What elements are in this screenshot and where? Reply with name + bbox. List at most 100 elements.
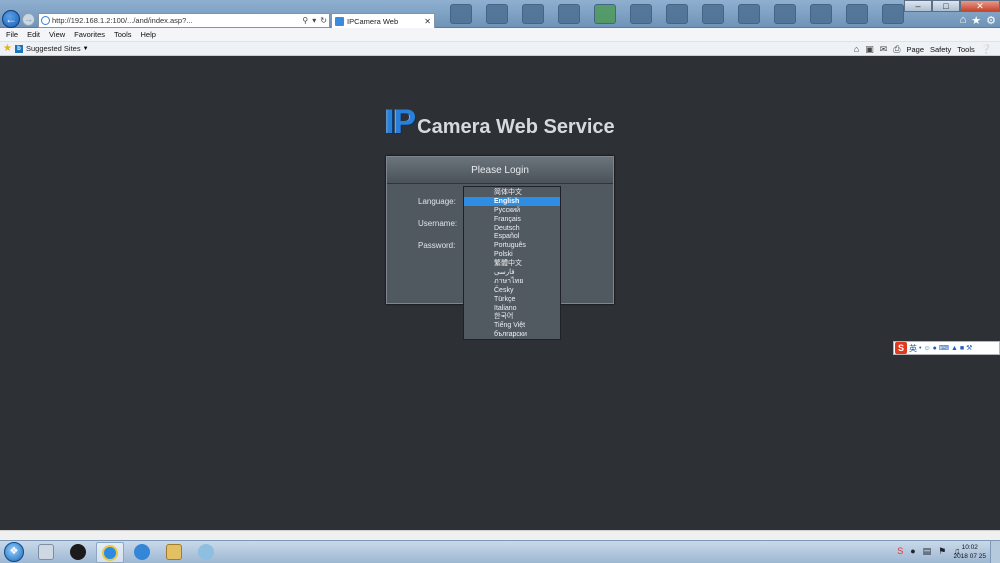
wrench-icon[interactable]: ⚒: [966, 344, 972, 352]
start-button[interactable]: ❖: [4, 542, 24, 562]
desktop-app-icon: [522, 4, 544, 24]
address-bar[interactable]: http://192.168.1.2:100/.../and/index.asp…: [38, 13, 330, 28]
language-option[interactable]: български: [464, 330, 560, 339]
system-tray: S ● ▤ ⚑ ♫: [897, 546, 960, 557]
safety-menu[interactable]: Safety: [930, 45, 951, 54]
desktop-app-icon: [810, 4, 832, 24]
language-option[interactable]: Türkçe: [464, 295, 560, 304]
username-label: Username:: [418, 219, 458, 228]
windows-logo-icon: ❖: [9, 546, 19, 557]
arrow-right-icon: →: [24, 14, 33, 24]
address-text[interactable]: http://192.168.1.2:100/.../and/index.asp…: [52, 16, 300, 25]
browser-tab[interactable]: IPCamera Web ✕: [331, 13, 435, 28]
language-option[interactable]: Polski: [464, 250, 560, 259]
ime-logo-icon[interactable]: S: [895, 342, 907, 354]
desktop-app-icon: [774, 4, 796, 24]
flag-icon[interactable]: ⚑: [938, 546, 946, 557]
language-label: Language:: [418, 197, 456, 206]
qq-tray-icon[interactable]: ●: [910, 546, 915, 557]
tab-close-icon[interactable]: ✕: [424, 17, 431, 26]
ime-tray-icon[interactable]: S: [897, 546, 903, 557]
tools-menu[interactable]: Tools: [957, 45, 975, 54]
language-option[interactable]: 繁體中文: [464, 259, 560, 268]
network-icon[interactable]: ▤: [923, 546, 932, 557]
desktop-app-icon: [630, 4, 652, 24]
menu-edit[interactable]: Edit: [27, 30, 40, 39]
taskbar-app-ie[interactable]: [96, 542, 124, 563]
toolbox-icon[interactable]: ■: [960, 345, 964, 352]
menu-favorites[interactable]: Favorites: [74, 30, 105, 39]
home-icon[interactable]: ⌂: [960, 14, 967, 27]
microphone-icon[interactable]: ●: [933, 345, 937, 352]
logo-ip: IP: [385, 103, 416, 141]
desktop-app-icon: [666, 4, 688, 24]
chevron-down-icon[interactable]: ▼: [83, 46, 89, 52]
language-option[interactable]: Русский: [464, 206, 560, 215]
menu-help[interactable]: Help: [141, 30, 156, 39]
mail-icon[interactable]: ✉: [880, 44, 888, 55]
taskbar-app-qq[interactable]: [64, 542, 92, 563]
ime-language-toggle[interactable]: 英: [909, 343, 917, 354]
menu-tools[interactable]: Tools: [114, 30, 132, 39]
taskbar: ❖ S ● ▤ ⚑ ♫ 10:02 2018 07 25: [0, 540, 1000, 563]
desktop-app-icon: [882, 4, 904, 24]
minimize-button[interactable]: –: [904, 0, 932, 12]
refresh-icon[interactable]: ↻: [320, 16, 327, 25]
language-option[interactable]: Česky: [464, 286, 560, 295]
print-icon[interactable]: ⎙: [893, 44, 900, 55]
taskbar-app-docs[interactable]: [32, 542, 60, 563]
back-button[interactable]: ←: [2, 10, 20, 28]
bing-icon: b: [14, 44, 23, 53]
tools-icon: [198, 544, 214, 560]
penguin-icon: [70, 544, 86, 560]
menu-bar: File Edit View Favorites Tools Help: [0, 28, 1000, 42]
forward-button[interactable]: →: [22, 13, 35, 26]
settings-gear-icon[interactable]: ⚙: [986, 14, 996, 27]
help-icon[interactable]: ❔: [981, 44, 992, 55]
language-option[interactable]: 한국어: [464, 312, 560, 321]
show-desktop-button[interactable]: [990, 541, 1000, 563]
emoji-icon[interactable]: ☺: [923, 345, 930, 352]
feeds-icon[interactable]: ▣: [865, 44, 874, 55]
language-dropdown-list[interactable]: 简体中文 English Русский Français Deutsch Es…: [463, 186, 561, 340]
background-desktop-icons: [440, 0, 960, 28]
browser-titlebar: ← → http://192.168.1.2:100/.../and/index…: [0, 0, 1000, 28]
language-option[interactable]: Français: [464, 215, 560, 224]
language-option[interactable]: Deutsch: [464, 224, 560, 233]
menu-file[interactable]: File: [6, 30, 18, 39]
language-option[interactable]: 简体中文: [464, 188, 560, 197]
page-menu[interactable]: Page: [906, 45, 924, 54]
language-option[interactable]: Português: [464, 241, 560, 250]
clock-date: 2018 07 25: [953, 553, 986, 560]
skin-icon[interactable]: ▲: [951, 345, 958, 352]
clock[interactable]: 10:02 2018 07 25: [953, 543, 986, 561]
language-option[interactable]: Español: [464, 232, 560, 241]
home-icon[interactable]: ⌂: [854, 44, 859, 54]
taskbar-app-browser[interactable]: [128, 542, 156, 563]
menu-view[interactable]: View: [49, 30, 65, 39]
close-button[interactable]: ✕: [960, 0, 1000, 12]
dropdown-icon[interactable]: ▾: [312, 16, 316, 25]
desktop-app-icon: [738, 4, 760, 24]
desktop-app-icon: [450, 4, 472, 24]
maximize-button[interactable]: □: [932, 0, 960, 12]
suggested-sites-link[interactable]: Suggested Sites: [26, 44, 81, 53]
language-option[interactable]: ภาษาไทย: [464, 277, 560, 286]
language-option[interactable]: فارسی: [464, 268, 560, 277]
browser-status-bar: [0, 530, 1000, 540]
desktop-app-icon: [702, 4, 724, 24]
taskbar-app-explorer[interactable]: [160, 542, 188, 563]
page-icon: [41, 16, 50, 25]
password-label: Password:: [418, 241, 456, 250]
favorites-star-icon[interactable]: ★: [3, 43, 12, 54]
language-option-selected[interactable]: English: [464, 196, 560, 206]
punctuation-icon[interactable]: •: [919, 345, 921, 352]
ie-icon: [102, 545, 118, 561]
keyboard-icon[interactable]: ⌨: [939, 344, 949, 352]
favorites-star-icon[interactable]: ★: [971, 14, 981, 27]
folder-icon: [166, 544, 182, 560]
language-option[interactable]: Tiếng Việt: [464, 321, 560, 330]
taskbar-app-tools[interactable]: [192, 542, 220, 563]
search-icon[interactable]: ⚲: [302, 16, 308, 25]
language-option[interactable]: Italiano: [464, 304, 560, 313]
